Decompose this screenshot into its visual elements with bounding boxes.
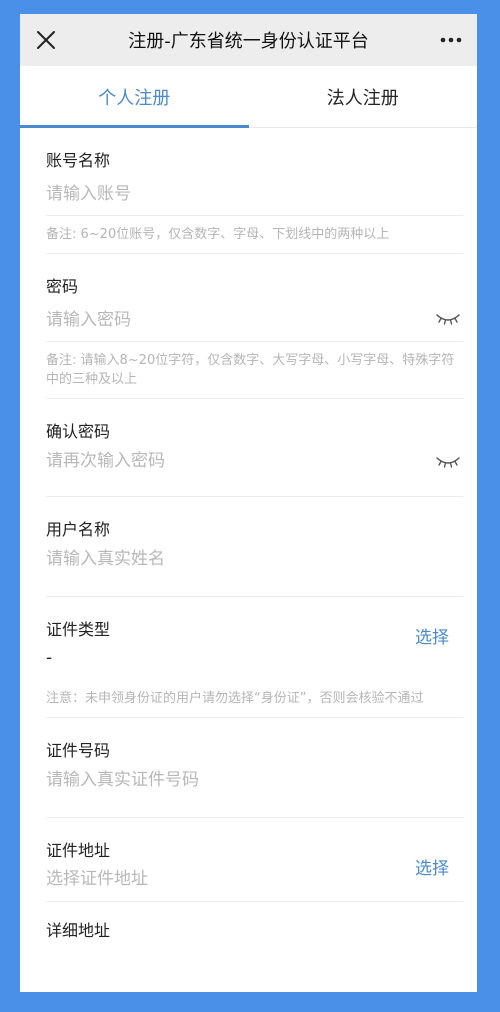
account-input-row (46, 172, 463, 216)
confirm-password-input-row (46, 443, 463, 497)
id-type-field: 证件类型 - 选择 注意：未申领身份证的用户请勿选择“身份证”，否则会核验不通过 (46, 597, 463, 718)
more-dots-icon[interactable] (437, 26, 465, 54)
password-input-row (46, 298, 463, 342)
id-type-value: - (46, 648, 53, 668)
id-address-label: 证件地址 (46, 841, 111, 860)
account-input[interactable] (46, 183, 463, 204)
username-label: 用户名称 (46, 520, 111, 539)
eye-closed-icon[interactable] (435, 453, 461, 471)
password-label: 密码 (46, 277, 79, 296)
id-number-label: 证件号码 (46, 741, 111, 760)
phone-screen: 注册-广东省统一身份认证平台 个人注册 法人注册 账号名称 备注: 6~20位账… (20, 14, 477, 992)
id-address-placeholder: 选择证件地址 (46, 869, 148, 889)
id-type-label: 证件类型 (46, 620, 111, 639)
account-note: 备注: 6~20位账号，仅含数字、字母、下划线中的两种以上 (46, 216, 463, 254)
id-address-row[interactable]: 选择证件地址 选择 (46, 859, 463, 902)
password-note: 备注: 请输入8~20位字符，仅含数字、大写字母、小写字母、特殊字符中的三种及以… (46, 342, 463, 399)
tab-personal-register[interactable]: 个人注册 (20, 66, 249, 128)
id-type-row[interactable]: - 选择 (46, 628, 463, 675)
account-field: 账号名称 备注: 6~20位账号，仅含数字、字母、下划线中的两种以上 (46, 128, 463, 254)
password-field: 密码 备注: 请输入8~20位字符，仅含数字、大写字母、小写字母、特殊字符中的三… (46, 254, 463, 399)
id-number-field: 证件号码 (46, 718, 463, 818)
tab-legal-register[interactable]: 法人注册 (249, 66, 478, 127)
detail-address-label: 详细地址 (46, 921, 111, 940)
confirm-password-field: 确认密码 (46, 399, 463, 497)
detail-address-field: 详细地址 (46, 902, 463, 942)
username-input[interactable] (46, 549, 463, 569)
id-address-select-button[interactable]: 选择 (415, 854, 449, 879)
password-input[interactable] (46, 309, 463, 330)
id-type-select-button[interactable]: 选择 (415, 623, 449, 648)
confirm-password-input[interactable] (46, 451, 463, 471)
title-bar: 注册-广东省统一身份认证平台 (20, 14, 477, 66)
username-field: 用户名称 (46, 497, 463, 597)
username-input-row (46, 541, 463, 597)
register-tabs: 个人注册 法人注册 (20, 66, 477, 128)
register-form: 账号名称 备注: 6~20位账号，仅含数字、字母、下划线中的两种以上 密码 备注… (20, 128, 477, 942)
id-number-input-row (46, 762, 463, 818)
account-label: 账号名称 (46, 151, 111, 170)
id-address-field: 证件地址 选择证件地址 选择 (46, 818, 463, 902)
id-number-input[interactable] (46, 770, 463, 790)
eye-closed-icon[interactable] (435, 310, 461, 328)
page-title: 注册-广东省统一身份认证平台 (128, 31, 369, 52)
id-type-note: 注意：未申领身份证的用户请勿选择“身份证”，否则会核验不通过 (46, 675, 463, 718)
close-icon[interactable] (34, 28, 58, 52)
confirm-password-label: 确认密码 (46, 422, 111, 441)
